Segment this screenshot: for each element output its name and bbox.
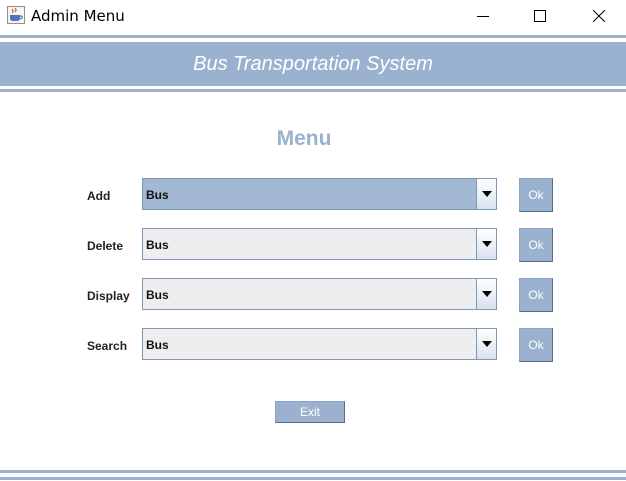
delete-combo[interactable]: Bus [142,228,497,260]
add-combo-value: Bus [146,188,169,202]
java-coffee-icon [7,6,25,24]
add-combo-arrow[interactable] [476,179,496,209]
delete-label: Delete [87,239,124,253]
banner-title: Bus Transportation System [0,42,626,86]
display-combo-value: Bus [146,288,169,302]
search-label: Search [87,339,128,353]
footer-divider-bottom [0,477,626,480]
header-divider-bottom [0,89,626,92]
window-titlebar[interactable]: Admin Menu [0,0,626,31]
search-ok-button[interactable]: Ok [519,328,553,362]
close-icon [593,9,605,22]
header-divider-top [0,35,626,38]
close-button[interactable] [576,0,622,31]
add-ok-button[interactable]: Ok [519,178,553,212]
chevron-down-icon [481,291,492,297]
chevron-down-icon [481,341,492,347]
maximize-button[interactable] [517,0,563,31]
footer-divider-top [0,470,626,473]
add-combo[interactable]: Bus [142,178,497,210]
maximize-icon [534,9,546,22]
minimize-button[interactable] [460,0,506,31]
add-label: Add [87,189,111,203]
search-combo[interactable]: Bus [142,328,497,360]
chevron-down-icon [481,191,492,197]
display-combo[interactable]: Bus [142,278,497,310]
search-combo-value: Bus [146,338,169,352]
delete-combo-arrow[interactable] [476,229,496,259]
chevron-down-icon [481,241,492,247]
search-combo-arrow[interactable] [476,329,496,359]
window-title: Admin Menu [31,7,125,25]
exit-button[interactable]: Exit [275,401,345,423]
display-ok-button[interactable]: Ok [519,278,553,312]
display-label: Display [87,289,130,303]
menu-title: Menu [276,127,332,150]
display-combo-arrow[interactable] [476,279,496,309]
delete-combo-value: Bus [146,238,169,252]
minimize-icon [477,15,489,17]
delete-ok-button[interactable]: Ok [519,228,553,262]
